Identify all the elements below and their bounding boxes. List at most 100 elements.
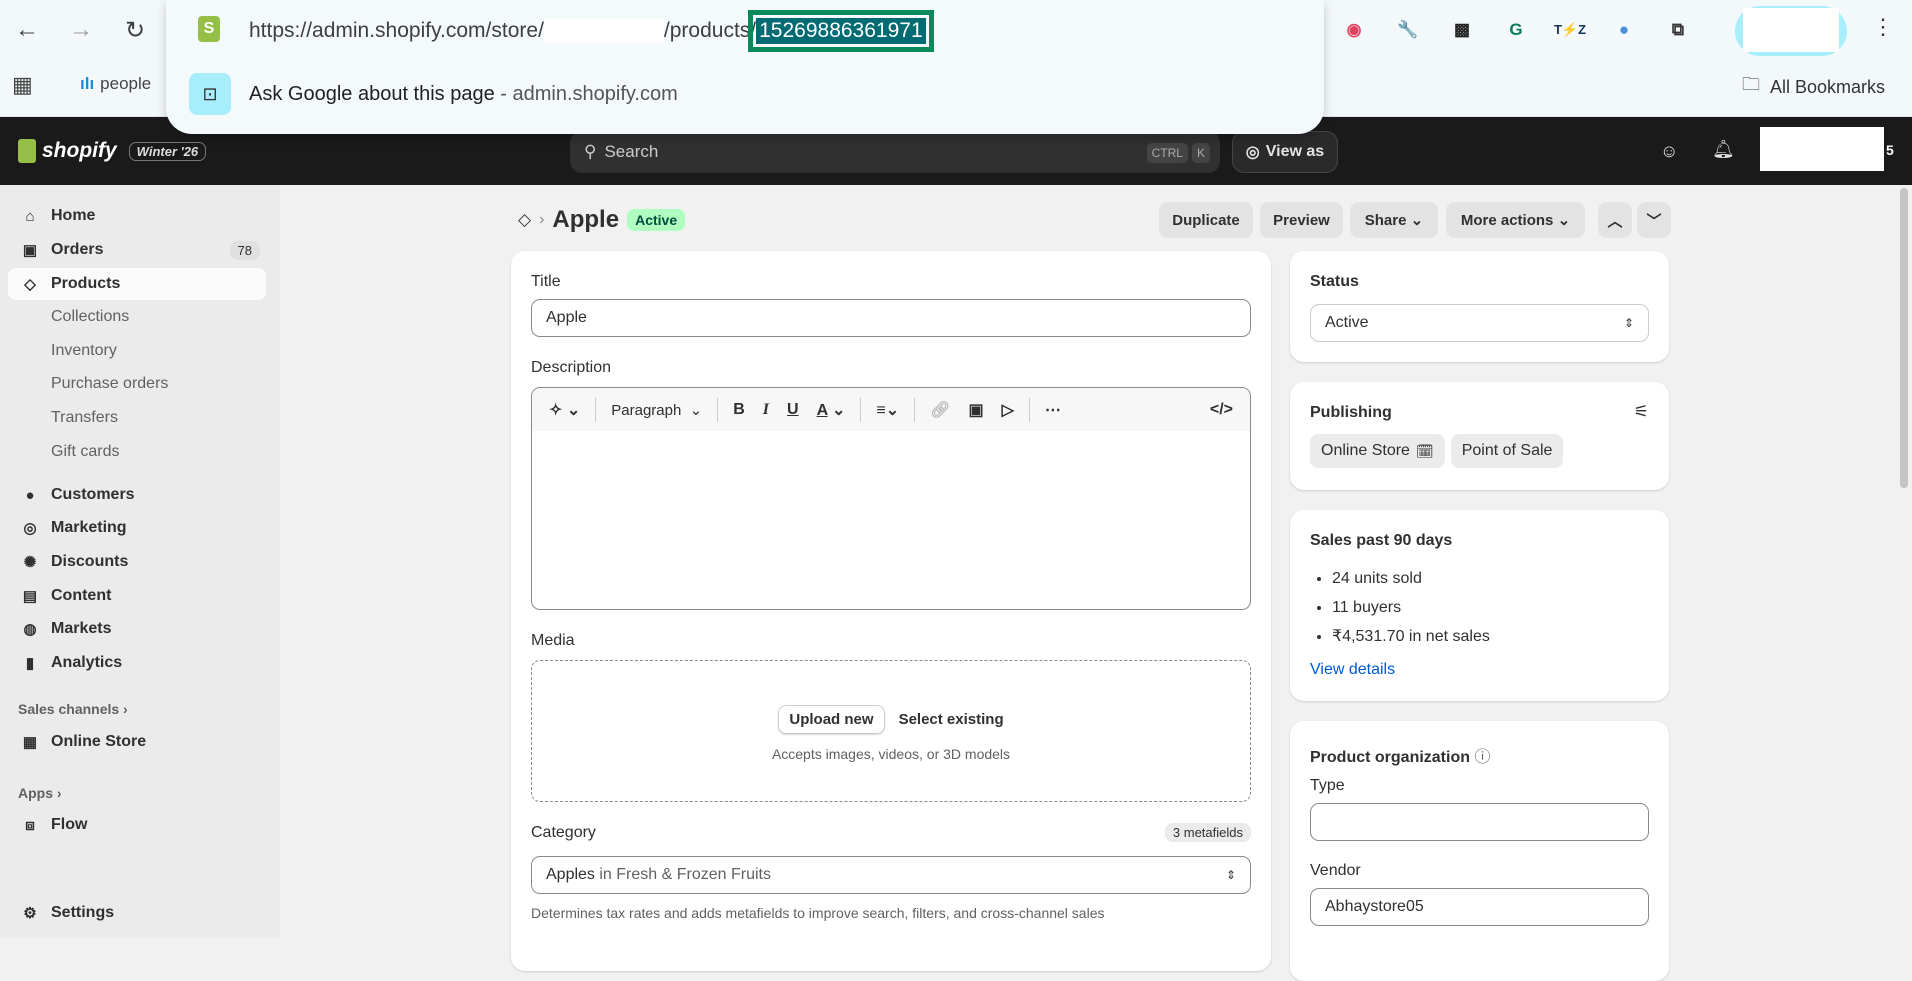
calendar-clock-icon: 🗓︎ — [1415, 442, 1434, 459]
blue-extension-icon[interactable]: ● — [1610, 16, 1638, 44]
content-icon: ▤ — [22, 588, 38, 605]
timezone-extension-icon[interactable]: T⚡Z — [1554, 16, 1586, 44]
url-input[interactable]: https://admin.shopify.com/store//product… — [249, 10, 934, 52]
ask-google-suggestion[interactable]: Ask Google about this page - admin.shopi… — [249, 83, 678, 106]
profile-button[interactable] — [1735, 6, 1847, 56]
category-select[interactable]: Apples in Fresh & Frozen Fruits ⇕ — [531, 856, 1251, 894]
sidebar-item-purchase-orders[interactable]: Purchase orders — [8, 368, 266, 400]
apps-grid-icon[interactable]: ▦ — [12, 72, 33, 98]
status-select[interactable]: Active ⇕ — [1310, 304, 1649, 342]
vendor-input[interactable]: Abhaystore05 — [1310, 888, 1649, 926]
breadcrumb: ◇ › Apple Active — [518, 206, 686, 234]
ai-sparkle-icon[interactable]: ✧ ⌄ — [540, 400, 589, 420]
discount-icon: ✺ — [23, 554, 37, 571]
page-title: Apple — [552, 206, 620, 233]
store-menu[interactable] — [1760, 127, 1884, 171]
chevron-up-icon: ︿ — [1607, 212, 1623, 230]
sidekick-icon[interactable]: ☺ — [1660, 141, 1678, 162]
grammarly-icon[interactable]: G — [1502, 16, 1530, 44]
search-input[interactable]: ⚲ Search CTRL K — [570, 131, 1220, 173]
sales-card: Sales past 90 days 24 units sold 11 buye… — [1290, 510, 1669, 701]
share-button[interactable]: Share ⌄ — [1350, 202, 1438, 238]
sidebar-item-content[interactable]: ▤ Content — [8, 580, 266, 612]
qr-extension-icon[interactable]: ▩ — [1448, 16, 1476, 44]
back-icon[interactable]: ← — [12, 16, 42, 44]
video-icon[interactable]: ▷ — [993, 400, 1023, 420]
sidebar-item-flow[interactable]: ⧈ Flow — [8, 809, 266, 841]
forward-icon[interactable]: → — [66, 16, 96, 44]
duplicate-button[interactable]: Duplicate — [1159, 202, 1253, 238]
paragraph-select[interactable]: Paragraph ⌄ — [602, 401, 711, 419]
sidebar-item-settings[interactable]: ⚙ Settings — [8, 897, 266, 929]
description-editor[interactable]: ✧ ⌄ Paragraph ⌄ BIUA ⌄ ≡⌄ 🔗︎ ▣ ▷ ⋯ </> — [531, 387, 1251, 610]
tag-icon[interactable]: ◇ — [518, 210, 531, 230]
sidebar-item-markets[interactable]: ◍ Markets — [8, 613, 266, 645]
sales-channels-heading[interactable]: Sales channels › — [18, 701, 128, 717]
select-existing-button[interactable]: Select existing — [899, 711, 1004, 728]
title-input[interactable]: Apple — [531, 299, 1251, 337]
buyers: 11 buyers — [1332, 593, 1490, 622]
type-input[interactable] — [1310, 803, 1649, 841]
sidebar-item-customers[interactable]: ● Customers — [8, 479, 266, 511]
reload-icon[interactable]: ↻ — [120, 16, 150, 45]
apps-heading[interactable]: Apps › — [18, 785, 62, 801]
omnibox-dropdown: S https://admin.shopify.com/store//produ… — [166, 0, 1324, 134]
channel-online-store[interactable]: Online Store 🗓︎ — [1310, 434, 1445, 468]
more-icon[interactable]: ⋯ — [1036, 400, 1070, 420]
sidebar-item-online-store[interactable]: ▦ Online Store — [8, 726, 266, 758]
chevron-down-icon: ﹀ — [1646, 212, 1662, 230]
sidebar-item-inventory[interactable]: Inventory — [8, 335, 266, 367]
bookmark-people[interactable]: ılı people — [80, 74, 151, 94]
wrench-extension-icon[interactable]: 🔧 — [1394, 16, 1422, 44]
shopify-favicon-icon: S — [198, 16, 220, 42]
all-bookmarks[interactable]: 🗀 All Bookmarks — [1742, 72, 1885, 102]
scrollbar[interactable] — [1900, 188, 1908, 488]
image-icon[interactable]: ▣ — [959, 400, 992, 420]
underline-icon[interactable]: U — [778, 401, 808, 419]
bar-chart-icon: ılı — [80, 74, 95, 93]
sidebar-item-discounts[interactable]: ✺ Discounts — [8, 546, 266, 578]
sliders-icon[interactable]: ⚟ — [1634, 402, 1649, 422]
italic-icon[interactable]: I — [754, 401, 778, 419]
inbox-icon: ▣ — [22, 242, 38, 259]
menu-dots-icon[interactable]: ⋮ — [1872, 14, 1894, 40]
link-icon[interactable]: 🔗︎ — [921, 400, 959, 420]
code-icon[interactable]: </> — [1201, 401, 1242, 419]
info-icon[interactable]: ⓘ — [1474, 749, 1490, 766]
product-organization-card: Product organization ⓘ Type Vendor Abhay… — [1290, 721, 1669, 981]
sidebar-item-gift-cards[interactable]: Gift cards — [8, 436, 266, 468]
next-product-button[interactable]: ﹀ — [1637, 202, 1671, 238]
bold-icon[interactable]: B — [724, 401, 754, 419]
tag-icon: ◇ — [24, 276, 36, 293]
shopify-logo[interactable]: shopify Winter '26 — [18, 139, 207, 163]
sidebar-item-marketing[interactable]: ◎ Marketing — [8, 512, 266, 544]
bell-icon[interactable]: 🔔︎ — [1712, 139, 1735, 160]
orders-badge: 78 — [229, 240, 260, 260]
breadcrumb-separator: › — [539, 211, 545, 228]
previous-product-button[interactable]: ︿ — [1598, 202, 1632, 238]
sidebar-item-orders[interactable]: ▣ Orders 78 — [8, 234, 266, 266]
org-label: Product organization ⓘ — [1310, 749, 1491, 766]
sidebar-item-transfers[interactable]: Transfers — [8, 402, 266, 434]
sidebar-item-home[interactable]: ⌂ Home — [8, 200, 266, 232]
upload-new-button[interactable]: Upload new — [778, 705, 885, 734]
view-as-button[interactable]: ◎ View as — [1232, 131, 1338, 173]
sidebar-item-products[interactable]: ◇ Products — [8, 268, 266, 300]
align-icon[interactable]: ≡⌄ — [867, 400, 908, 420]
channel-point-of-sale[interactable]: Point of Sale — [1450, 434, 1564, 468]
text-color-icon[interactable]: A ⌄ — [808, 400, 855, 420]
preview-button[interactable]: Preview — [1260, 202, 1343, 238]
sidebar-item-collections[interactable]: Collections — [8, 301, 266, 333]
status-label: Status — [1310, 273, 1359, 290]
sidebar-item-analytics[interactable]: ▮ Analytics — [8, 647, 266, 679]
category-help: Determines tax rates and adds metafields… — [531, 905, 1105, 921]
view-details-link[interactable]: View details — [1310, 661, 1395, 679]
folder-icon: 🗀 — [1742, 74, 1760, 94]
camera-extension-icon[interactable]: ◉ — [1340, 16, 1368, 44]
sidebar: ⌂ Home ▣ Orders 78 ◇ Products Collections In… — [0, 185, 280, 938]
person-icon: ● — [25, 486, 35, 504]
more-actions-button[interactable]: More actions ⌄ — [1446, 202, 1585, 238]
publishing-label: Publishing — [1310, 404, 1392, 421]
media-dropzone[interactable]: Upload new Select existing Accepts image… — [531, 660, 1251, 802]
extensions-puzzle-icon[interactable]: ⧉ — [1664, 16, 1692, 44]
